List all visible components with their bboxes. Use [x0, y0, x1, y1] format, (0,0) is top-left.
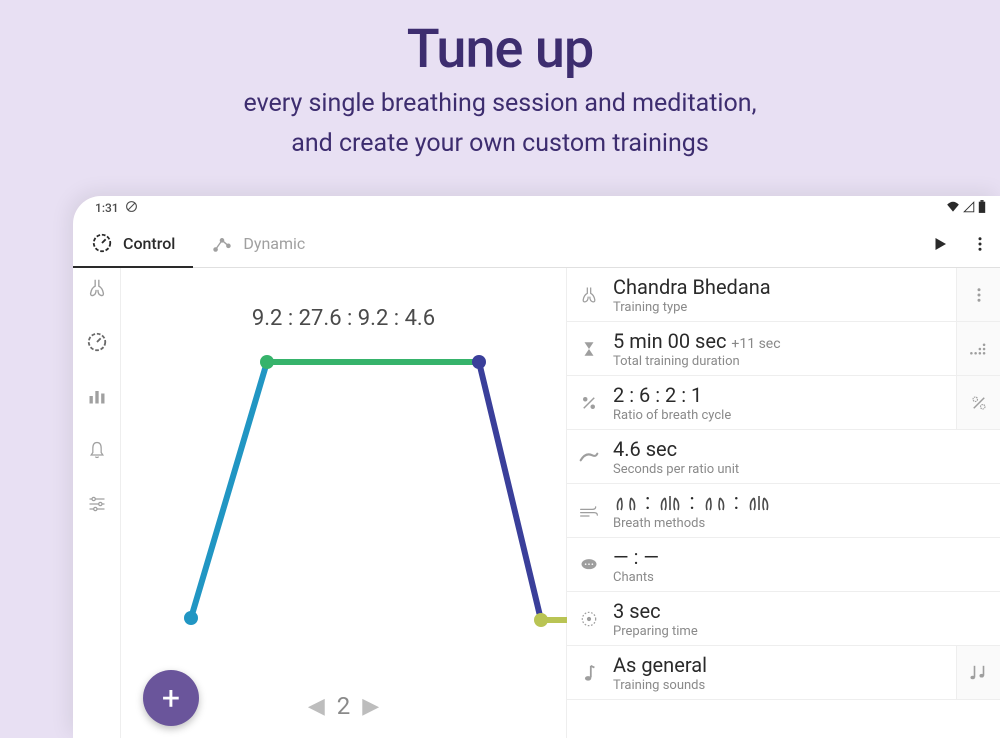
row-ratio[interactable]: 2 : 6 : 2 : 1 Ratio of breath cycle [567, 376, 1000, 430]
pager: ◀ 2 ▶ [308, 692, 379, 720]
gauge-icon [91, 232, 113, 254]
sounds-detail-button[interactable] [956, 646, 1000, 699]
row-prep-time[interactable]: 3 sec Preparing time [567, 592, 1000, 646]
prep-value: 3 sec [613, 599, 956, 623]
row-training-type[interactable]: Chandra Bhedana Training type [567, 268, 1000, 322]
rail-lungs-icon[interactable] [85, 276, 109, 300]
tab-dynamic[interactable]: Dynamic [193, 220, 323, 267]
tab-dynamic-label: Dynamic [243, 234, 305, 253]
speed-icon [567, 430, 611, 483]
main-area: 9.2 : 27.6 : 9.2 : 4.6 + ◀ 2 ▶ [73, 268, 1000, 738]
pager-next-icon[interactable]: ▶ [362, 694, 379, 719]
status-time: 1:31 [95, 201, 119, 215]
ratio-advanced-button[interactable] [956, 376, 1000, 429]
ratio-value: 2 : 6 : 2 : 1 [613, 383, 956, 407]
per-unit-sub: Seconds per ratio unit [613, 462, 956, 477]
tab-control-label: Control [123, 234, 175, 253]
row-per-unit[interactable]: 4.6 sec Seconds per ratio unit [567, 430, 1000, 484]
music-note-icon [567, 646, 611, 699]
battery-icon [978, 200, 986, 216]
breath-cycle-chart [121, 268, 567, 734]
promo-header: Tune up every single breathing session a… [0, 0, 1000, 161]
signal-icon [963, 201, 975, 216]
row-breath-methods[interactable]: : : : Breath methods [567, 484, 1000, 538]
add-button[interactable]: + [143, 670, 199, 726]
training-type-value: Chandra Bhedana [613, 275, 956, 299]
rail-bell-icon[interactable] [85, 438, 109, 462]
duration-extra: +11 sec [731, 336, 780, 352]
sounds-sub: Training sounds [613, 678, 956, 693]
duration-sub: Total training duration [613, 354, 956, 369]
duration-value: 5 min 00 sec [613, 329, 726, 353]
rail-gauge-icon[interactable] [85, 330, 109, 354]
chants-value: — : — [613, 545, 956, 569]
chart-pane: 9.2 : 27.6 : 9.2 : 4.6 + ◀ 2 ▶ [121, 268, 567, 738]
row-chants[interactable]: — : — Chants [567, 538, 1000, 592]
breath-methods-value: : : : [613, 490, 956, 515]
tablet-frame: 1:31 Control Dynamic [73, 196, 1000, 738]
tab-bar: Control Dynamic [73, 220, 1000, 268]
breath-methods-sub: Breath methods [613, 516, 956, 531]
chants-sub: Chants [613, 570, 956, 585]
per-unit-value: 4.6 sec [613, 437, 956, 461]
icon-rail [73, 268, 121, 738]
training-type-sub: Training type [613, 300, 956, 315]
hourglass-icon [567, 322, 611, 375]
countdown-icon [567, 592, 611, 645]
play-button[interactable] [920, 235, 960, 253]
wifi-icon [946, 201, 960, 216]
promo-subtitle-2: and create your own custom trainings [0, 127, 1000, 161]
pager-number: 2 [337, 692, 351, 720]
prep-sub: Preparing time [613, 624, 956, 639]
row-duration[interactable]: 5 min 00 sec +11 sec Total training dura… [567, 322, 1000, 376]
rail-stats-icon[interactable] [85, 384, 109, 408]
dnd-icon [125, 200, 138, 216]
speech-icon [567, 538, 611, 591]
graph-nodes-icon [211, 233, 233, 255]
duration-detail-button[interactable] [956, 322, 1000, 375]
pager-prev-icon[interactable]: ◀ [308, 694, 325, 719]
lungs-icon [567, 268, 611, 321]
promo-title: Tune up [0, 18, 1000, 81]
wind-icon [567, 484, 611, 537]
settings-pane: Chandra Bhedana Training type 5 min 00 s… [567, 268, 1000, 738]
ratio-sub: Ratio of breath cycle [613, 408, 956, 423]
percent-icon [567, 376, 611, 429]
row-sounds[interactable]: As general Training sounds [567, 646, 1000, 700]
promo-subtitle-1: every single breathing session and medit… [0, 87, 1000, 121]
status-bar: 1:31 [73, 196, 1000, 220]
tab-control[interactable]: Control [73, 221, 193, 268]
sounds-value: As general [613, 653, 956, 677]
rail-sliders-icon[interactable] [85, 492, 109, 516]
training-type-menu-button[interactable] [956, 268, 1000, 321]
overflow-menu-button[interactable] [960, 235, 1000, 253]
